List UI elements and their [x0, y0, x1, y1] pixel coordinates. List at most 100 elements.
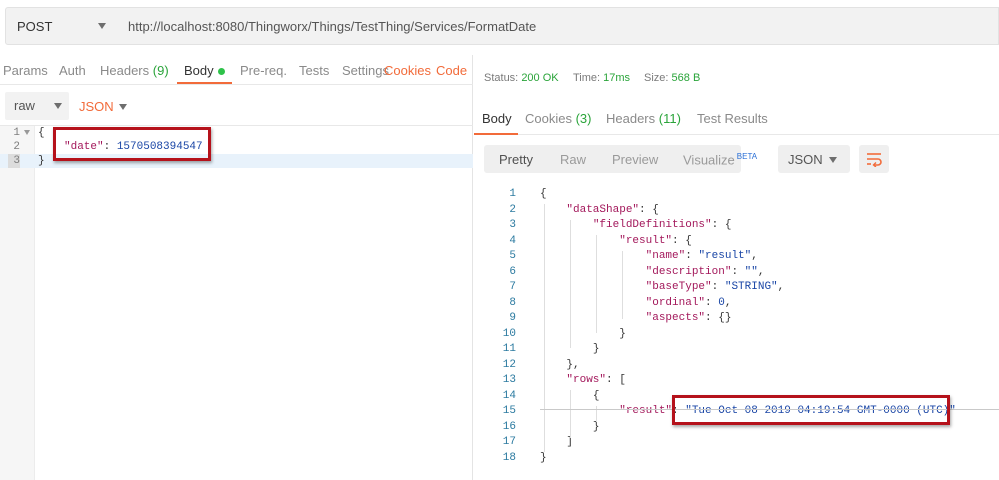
visualize-label: Visualize — [683, 152, 735, 168]
json-punctuation: , — [757, 265, 765, 278]
line-number: 18 — [502, 451, 516, 464]
tab-response-cookies[interactable]: Cookies (3) — [525, 111, 591, 126]
time-info: Time: 17ms — [573, 72, 630, 84]
view-mode-group: Pretty Raw Preview Visualize BETA — [484, 145, 757, 173]
json-punctuation: : {} — [705, 312, 732, 324]
response-status-row: Status: 200 OK Time: 17ms Size: 568 B — [474, 55, 999, 101]
body-mode-select[interactable]: raw — [5, 92, 69, 120]
code-text: } — [540, 451, 547, 467]
line-number: 11 — [502, 343, 516, 355]
indent-guide — [544, 204, 545, 452]
indent-guide — [570, 390, 571, 438]
code-line: 2 "dataShape": { — [474, 203, 999, 219]
code-line: 17 ] — [474, 435, 999, 451]
tab-settings[interactable]: Settings — [342, 63, 389, 78]
code-text: "aspects": {} — [540, 311, 732, 327]
json-punctuation: , — [724, 296, 732, 309]
line-number: 14 — [502, 389, 516, 402]
status-value[interactable]: 200 OK — [521, 72, 558, 84]
status-info: Status: 200 OK — [484, 72, 559, 84]
chevron-down-icon — [54, 103, 62, 109]
code-line: 13 "rows": [ — [474, 373, 999, 389]
method-select[interactable]: POST — [5, 7, 117, 45]
size-value[interactable]: 568 B — [672, 72, 701, 84]
json-punctuation: { — [540, 188, 547, 200]
json-value: 0 — [718, 296, 725, 309]
response-view-bar: Pretty Raw Preview Visualize BETA JSON — [474, 135, 999, 185]
fold-caret-icon[interactable] — [24, 130, 30, 135]
json-punctuation: : { — [672, 234, 692, 247]
line-number: 17 — [502, 436, 516, 448]
line-number: 6 — [509, 265, 516, 278]
response-pane: Status: 200 OK Time: 17ms Size: 568 B Bo… — [474, 55, 999, 480]
code-line: 4 "result": { — [474, 234, 999, 250]
time-value[interactable]: 17ms — [603, 72, 630, 84]
json-key: "baseType" — [645, 281, 712, 293]
indent-guide — [622, 251, 623, 319]
response-body-viewer[interactable]: 18} 17 ] 16 } 15 "result": "Tue Oct 08 2019… — [474, 185, 999, 480]
line-number: 2 — [509, 203, 516, 216]
method-label: POST — [17, 19, 53, 34]
json-key: "rows" — [566, 374, 607, 386]
tab-tests[interactable]: Tests — [299, 63, 329, 78]
tab-test-results[interactable]: Test Results — [697, 111, 768, 126]
code-line: 12 }, — [474, 358, 999, 374]
indent-guide — [570, 220, 571, 348]
code-line: 18} — [474, 451, 999, 467]
code-line: 1{ — [474, 187, 999, 203]
json-key: "ordinal" — [645, 296, 706, 309]
tab-body[interactable]: Body — [184, 63, 225, 78]
wrap-lines-button[interactable] — [859, 145, 889, 173]
tab-params[interactable]: Params — [3, 63, 48, 78]
tab-headers[interactable]: Headers (9) — [100, 63, 169, 78]
highlight-annotation-box — [672, 395, 950, 425]
time-label: Time: — [573, 72, 601, 84]
json-punctuation: : { — [711, 219, 732, 231]
tab-auth[interactable]: Auth — [59, 63, 86, 78]
json-key: "description" — [645, 265, 732, 278]
body-mode-label: raw — [14, 98, 35, 113]
code-text: { — [38, 127, 45, 139]
view-raw-button[interactable]: Raw — [560, 152, 586, 167]
json-punctuation: : { — [639, 203, 659, 216]
cookies-link[interactable]: Cookies — [384, 63, 431, 78]
json-value: "" — [744, 265, 758, 278]
line-number: 2 — [13, 141, 20, 153]
json-punctuation: } — [540, 451, 547, 464]
code-text: }, — [540, 358, 579, 374]
line-number: 3 — [509, 219, 516, 231]
code-line: 6 "description": "", — [474, 265, 999, 281]
line-number: 1 — [509, 188, 516, 200]
tab-response-headers[interactable]: Headers (11) — [606, 111, 681, 126]
code-text: "name": "result", — [540, 249, 758, 265]
active-tab-underline — [177, 82, 232, 84]
json-punctuation: , — [751, 250, 758, 262]
json-punctuation: : — [685, 250, 699, 262]
json-value: "result" — [698, 250, 752, 262]
code-line: 10 } — [474, 327, 999, 343]
size-label: Size: — [644, 72, 669, 84]
tab-response-body[interactable]: Body — [482, 111, 512, 126]
code-line: 7 "baseType": "STRING", — [474, 280, 999, 296]
wrap-lines-icon — [867, 153, 882, 167]
line-number: 3 — [8, 154, 20, 168]
size-info: Size: 568 B — [644, 72, 700, 84]
code-link[interactable]: Code — [436, 63, 467, 78]
url-input[interactable]: http://localhost:8080/Thingworx/Things/T… — [116, 7, 999, 45]
view-pretty-button[interactable]: Pretty — [499, 152, 533, 167]
code-text: "description": "", — [540, 265, 765, 281]
tab-prereq[interactable]: Pre-req. — [240, 63, 287, 78]
body-format-select[interactable]: JSON — [79, 99, 114, 114]
response-format-label: JSON — [788, 152, 823, 167]
line-number: 1 — [13, 127, 20, 139]
view-preview-button[interactable]: Preview — [612, 152, 658, 167]
response-format-select[interactable]: JSON — [778, 145, 850, 173]
request-body-editor[interactable]: 1 { 2 "date": 1570508394547 3 } — [0, 126, 473, 480]
line-number: 9 — [509, 312, 516, 324]
body-type-row: raw JSON — [0, 85, 473, 126]
view-visualize-button[interactable]: Visualize BETA — [683, 152, 757, 167]
